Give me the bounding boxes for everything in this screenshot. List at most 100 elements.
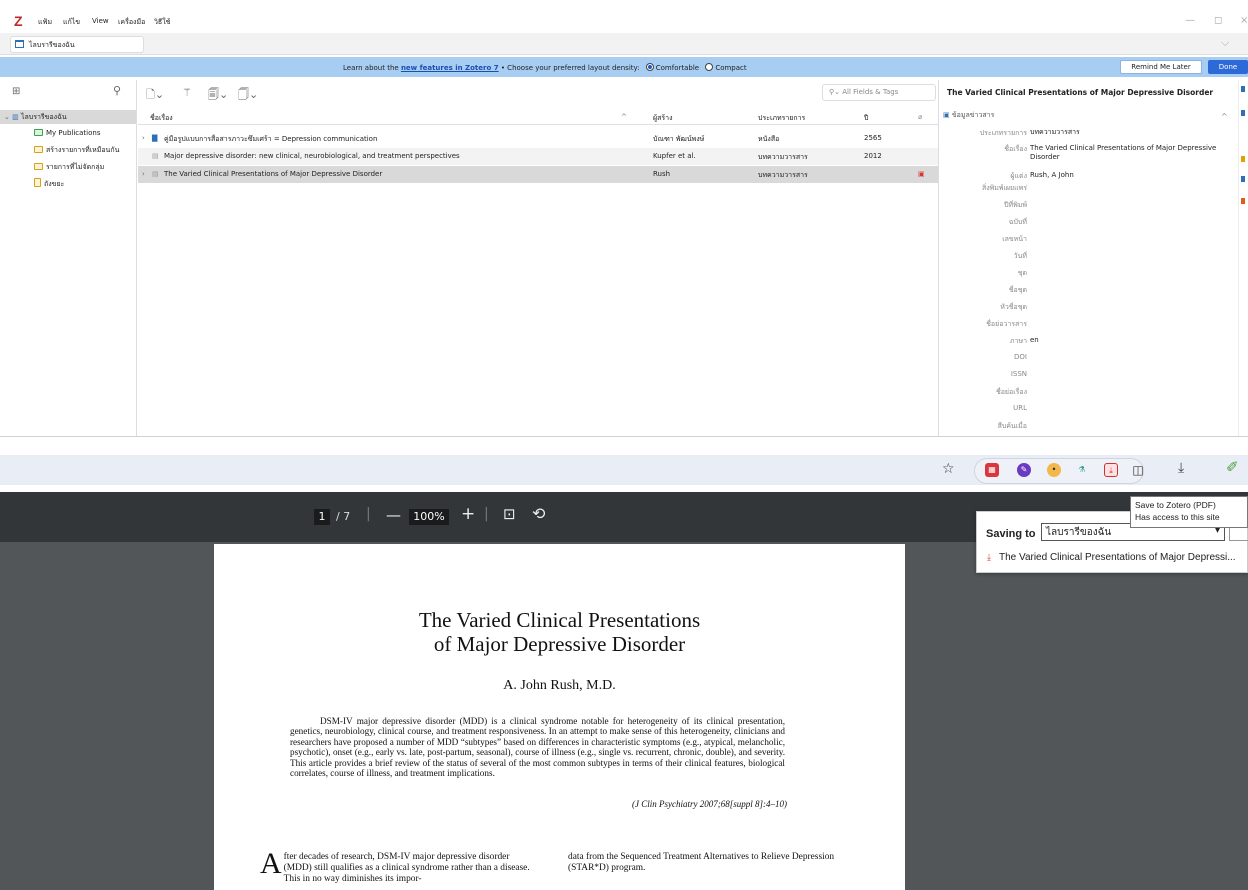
attachment-column-icon[interactable]: ⌀ xyxy=(918,113,922,121)
tooltip-line2: Has access to this site xyxy=(1135,512,1220,522)
duplicates-icon xyxy=(34,146,43,153)
notes-nav-icon[interactable] xyxy=(1241,156,1245,162)
menu-help[interactable]: วิธีใช้ xyxy=(154,17,170,28)
column-creator[interactable]: ผู้สร้าง xyxy=(653,113,672,124)
collection-my-library[interactable]: ⌄ ▥ ไลบรารีของฉัน xyxy=(0,110,136,124)
search-input[interactable]: ⚲⌄ All Fields & Tags xyxy=(822,84,936,101)
menu-file[interactable]: แฟ้ม xyxy=(38,17,52,28)
collection-trash[interactable]: ถังขยะ xyxy=(34,177,64,191)
tab-bar: ไลบรารีของฉัน ⌵ xyxy=(0,33,1248,55)
address-bar[interactable] xyxy=(0,458,930,482)
doc-citation: (J Clin Psychiatry 2007;68[suppl 8]:4–10… xyxy=(632,799,787,809)
drop-cap: A xyxy=(260,847,282,880)
doc-title-line1: The Varied Clinical Presentations xyxy=(418,608,701,632)
info-field-row: ภาษา en xyxy=(939,336,1238,350)
tags-nav-icon[interactable] xyxy=(1241,198,1245,204)
item-year: 2565 xyxy=(864,134,882,142)
collection-unfiled[interactable]: รายการที่ไม่จัดกลุ่ม xyxy=(34,160,104,174)
zoom-input[interactable]: 100% xyxy=(409,509,449,525)
close-icon[interactable]: × xyxy=(1240,15,1248,26)
field-label: ชื่อชุด xyxy=(1008,286,1027,294)
collection-duplicates[interactable]: สร้างรายการที่เหมือนกัน xyxy=(34,143,119,157)
field-label: ฉบับที่ xyxy=(1008,218,1027,226)
tab-my-library[interactable]: ไลบรารีของฉัน xyxy=(10,36,144,53)
column-item-type[interactable]: ประเภทรายการ xyxy=(758,113,805,124)
chevron-down-icon[interactable]: ⌵ xyxy=(1221,36,1229,50)
collection-my-publications[interactable]: My Publications xyxy=(34,126,100,140)
table-row[interactable]: ▤ Major depressive disorder: new clinica… xyxy=(138,148,938,165)
menu-tools[interactable]: เครื่องมือ xyxy=(118,17,145,28)
field-label: DOI xyxy=(1014,353,1027,361)
zoom-out-icon[interactable]: — xyxy=(386,506,401,524)
journal-article-icon: ▤ xyxy=(152,170,159,178)
page-number-input[interactable]: 1 xyxy=(314,509,330,525)
new-item-icon[interactable]: 🗋⌄ xyxy=(146,86,164,105)
remind-me-later-button[interactable]: Remind Me Later xyxy=(1120,60,1202,74)
done-button[interactable]: Done xyxy=(1208,60,1248,74)
tab-label: ไลบรารีของฉัน xyxy=(29,41,75,49)
pdf-attachment-icon[interactable]: ▣ xyxy=(918,170,925,178)
field-label: สิ่งพิมพ์เผยแพร่ xyxy=(981,184,1027,192)
extension-lab-icon[interactable]: ⚗ xyxy=(1075,463,1089,477)
extension-purple-icon[interactable]: ✎ xyxy=(1017,463,1031,477)
save-to-zotero-pdf-icon[interactable]: ⤓ xyxy=(1104,463,1118,477)
menu-view[interactable]: View xyxy=(92,17,109,25)
collapse-icon[interactable]: ^ xyxy=(1221,112,1228,121)
attachments-nav-icon[interactable] xyxy=(1241,176,1245,182)
extension-cookie-icon[interactable]: • xyxy=(1047,463,1061,477)
menu-edit[interactable]: แก้ไข xyxy=(63,17,80,28)
fit-page-icon[interactable]: ⊡ xyxy=(503,505,516,523)
doc-author: A. John Rush, M.D. xyxy=(503,678,616,693)
radio-compact[interactable] xyxy=(705,63,714,71)
saving-to-label: Saving to xyxy=(986,528,1036,540)
collection-label: สร้างรายการที่เหมือนกัน xyxy=(46,146,120,154)
book-icon: ▇ xyxy=(152,134,158,142)
restore-icon[interactable]: ◻ xyxy=(1214,15,1222,26)
rotate-icon[interactable]: ⟲ xyxy=(532,504,545,523)
field-label: หัวชื่อชุด xyxy=(1000,303,1027,311)
bookmark-star-icon[interactable]: ☆ xyxy=(942,461,955,477)
chevron-right-icon[interactable]: › xyxy=(142,170,145,178)
item-creator: บัณฑา พัฒน์พงษ์ xyxy=(653,135,705,143)
chevron-right-icon[interactable]: › xyxy=(142,134,145,142)
item-title: Major depressive disorder: new clinical,… xyxy=(164,152,460,160)
sort-up-icon: ^ xyxy=(621,113,627,121)
field-value[interactable]: บทความวารสาร xyxy=(1030,128,1230,137)
zotero-window: Z แฟ้ม แก้ไข View เครื่องมือ วิธีใช้ — ◻… xyxy=(0,0,1248,437)
add-attachment-icon[interactable]: 🗐⌄ xyxy=(208,86,228,105)
item-type: บทความวารสาร xyxy=(758,153,808,161)
pdf-icon: ⤓ xyxy=(987,553,991,563)
library-icon xyxy=(15,40,24,48)
new-note-icon[interactable]: 🗍⌄ xyxy=(238,86,258,105)
magic-wand-icon[interactable]: ⚚ xyxy=(182,86,192,99)
table-row[interactable]: › ▤ The Varied Clinical Presentations of… xyxy=(138,166,938,183)
side-nav-strip xyxy=(1238,80,1248,436)
extension-red-icon[interactable]: ▦ xyxy=(985,463,999,477)
field-value[interactable]: en xyxy=(1030,336,1230,345)
item-creator: Kupfer et al. xyxy=(653,152,696,160)
extensions-puzzle-icon[interactable]: ◫ xyxy=(1131,463,1145,477)
items-pane: 🗋⌄ ⚚ 🗐⌄ 🗍⌄ ⚲⌄ All Fields & Tags ชื่อเรื่… xyxy=(138,80,938,436)
item-info-pane: The Varied Clinical Presentations of Maj… xyxy=(938,80,1238,436)
info-nav-icon[interactable] xyxy=(1241,86,1245,92)
column-year[interactable]: ปี xyxy=(864,113,868,124)
radio-comfortable[interactable] xyxy=(645,63,654,71)
info-section-header[interactable]: ▣ ข้อมูลข่าวสาร xyxy=(943,110,994,121)
field-label: ชื่อย่อเรื่อง xyxy=(995,388,1027,396)
search-placeholder: All Fields & Tags xyxy=(842,88,899,96)
pen-icon[interactable]: ✐ xyxy=(1226,458,1239,476)
minimize-icon[interactable]: — xyxy=(1185,15,1195,26)
abstract-nav-icon[interactable] xyxy=(1241,110,1245,116)
doc-column-right: data from the Sequenced Treatment Altern… xyxy=(568,852,835,873)
new-collection-icon[interactable]: ⊞ xyxy=(12,86,20,97)
column-title[interactable]: ชื่อเรื่อง xyxy=(150,113,173,124)
field-value[interactable]: The Varied Clinical Presentations of Maj… xyxy=(1030,144,1230,162)
new-features-link[interactable]: new features in Zotero 7 xyxy=(401,64,499,72)
comfortable-label: Comfortable xyxy=(655,64,700,72)
table-row[interactable]: › ▇ คู่มือรูปแบบการสื่อสารภาวะซึมเศร้า =… xyxy=(138,130,938,147)
field-value[interactable]: Rush, A John xyxy=(1030,171,1230,180)
zoom-in-icon[interactable]: + xyxy=(461,504,475,524)
download-icon[interactable]: ⤓ xyxy=(1178,460,1184,476)
search-icon[interactable]: ⚲ xyxy=(113,84,121,97)
field-label: ชื่อเรื่อง xyxy=(1004,145,1027,153)
